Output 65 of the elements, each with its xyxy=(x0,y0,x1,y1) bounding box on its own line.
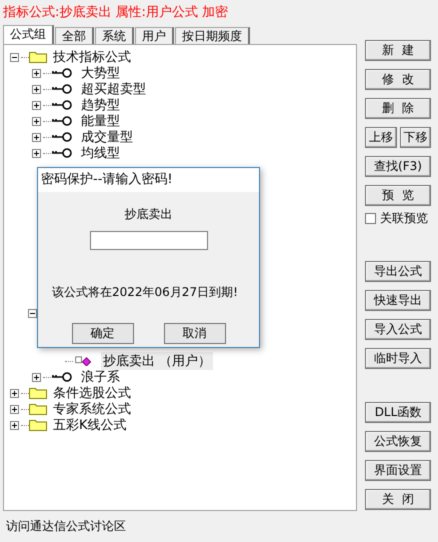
action-button[interactable]: 新 建 xyxy=(365,40,431,61)
action-button[interactable]: 关 闭 xyxy=(365,489,431,510)
action-button[interactable]: 修 改 xyxy=(365,69,431,90)
formula-info: 指标公式:抄底卖出 属性:用户公式 加密 xyxy=(2,4,230,22)
expand-toggle[interactable] xyxy=(32,116,41,126)
key-icon xyxy=(51,84,73,94)
action-button[interactable]: 查找(F3) xyxy=(365,156,431,177)
action-button[interactable]: 导出公式 xyxy=(365,260,431,282)
tab[interactable]: 按日期频度 xyxy=(175,27,250,44)
forum-link[interactable]: 访问通达信公式讨论区 xyxy=(0,513,126,540)
dialog-button[interactable]: 确定 xyxy=(72,323,134,344)
tree-item[interactable]: 抄底卖出 （用户） xyxy=(101,352,214,370)
tab[interactable]: 公式组 xyxy=(3,25,54,44)
action-button[interactable]: 预 览 xyxy=(365,185,431,206)
move-button[interactable]: 下移 xyxy=(400,127,431,148)
tree-item[interactable]: 条件选股公式 xyxy=(51,384,133,402)
key-icon xyxy=(51,68,73,78)
dialog-button[interactable]: 取消 xyxy=(164,323,226,344)
key-icon xyxy=(51,116,73,126)
folder-icon xyxy=(29,419,47,431)
folder-icon xyxy=(29,387,47,399)
action-button[interactable]: 界面设置 xyxy=(365,460,431,481)
tab[interactable]: 系统 xyxy=(95,27,134,44)
tree-item[interactable]: 大势型 xyxy=(79,64,122,82)
password-field[interactable] xyxy=(90,231,208,250)
tree-item[interactable]: 能量型 xyxy=(79,112,122,130)
dialog-title: 密码保护--请输入密码! xyxy=(38,168,259,192)
expand-toggle[interactable] xyxy=(10,404,19,414)
expand-toggle[interactable] xyxy=(28,309,37,318)
key-icon xyxy=(51,372,73,382)
tree-item[interactable]: 超买超卖型 xyxy=(79,80,148,98)
checkbox[interactable] xyxy=(365,213,376,224)
expand-toggle[interactable] xyxy=(32,84,41,94)
action-button[interactable]: DLL函数 xyxy=(365,402,431,423)
key-icon xyxy=(51,148,73,158)
expand-toggle[interactable] xyxy=(32,100,41,110)
tree-item[interactable]: 成交量型 xyxy=(79,128,135,146)
checkbox-label: 关联预览 xyxy=(380,210,428,227)
tab[interactable]: 全部 xyxy=(55,27,94,44)
expand-toggle[interactable] xyxy=(10,420,19,430)
tree-item[interactable]: 五彩K线公式 xyxy=(51,416,129,434)
action-button[interactable]: 临时导入 xyxy=(365,348,431,368)
action-button[interactable]: 公式恢复 xyxy=(365,431,431,452)
tree-item[interactable]: 均线型 xyxy=(79,144,122,162)
expiry-message: 该公式将在2022年06月27日到期! xyxy=(51,284,238,301)
expand-toggle[interactable] xyxy=(10,388,19,398)
expand-toggle[interactable] xyxy=(32,68,41,78)
tree-item[interactable]: 趋势型 xyxy=(79,96,122,114)
action-button[interactable]: 快速导出 xyxy=(365,290,431,310)
key-icon xyxy=(51,132,73,142)
tab[interactable]: 用户 xyxy=(135,27,174,44)
expand-toggle[interactable] xyxy=(32,132,41,142)
move-button[interactable]: 上移 xyxy=(365,127,396,148)
formula-name: 抄底卖出 xyxy=(124,206,172,223)
folder-icon xyxy=(29,403,47,415)
folder-icon xyxy=(29,51,47,63)
tree-item[interactable]: 技术指标公式 xyxy=(51,48,133,66)
action-button[interactable]: 导入公式 xyxy=(365,318,431,340)
expand-toggle[interactable] xyxy=(10,52,19,62)
expand-toggle[interactable] xyxy=(32,148,41,158)
expand-toggle[interactable] xyxy=(32,372,41,382)
tree-item[interactable]: 专家系统公式 xyxy=(51,400,133,418)
key-icon xyxy=(51,100,73,110)
tree-item[interactable]: 浪子系 xyxy=(79,368,122,386)
action-button[interactable]: 删 除 xyxy=(365,98,431,119)
